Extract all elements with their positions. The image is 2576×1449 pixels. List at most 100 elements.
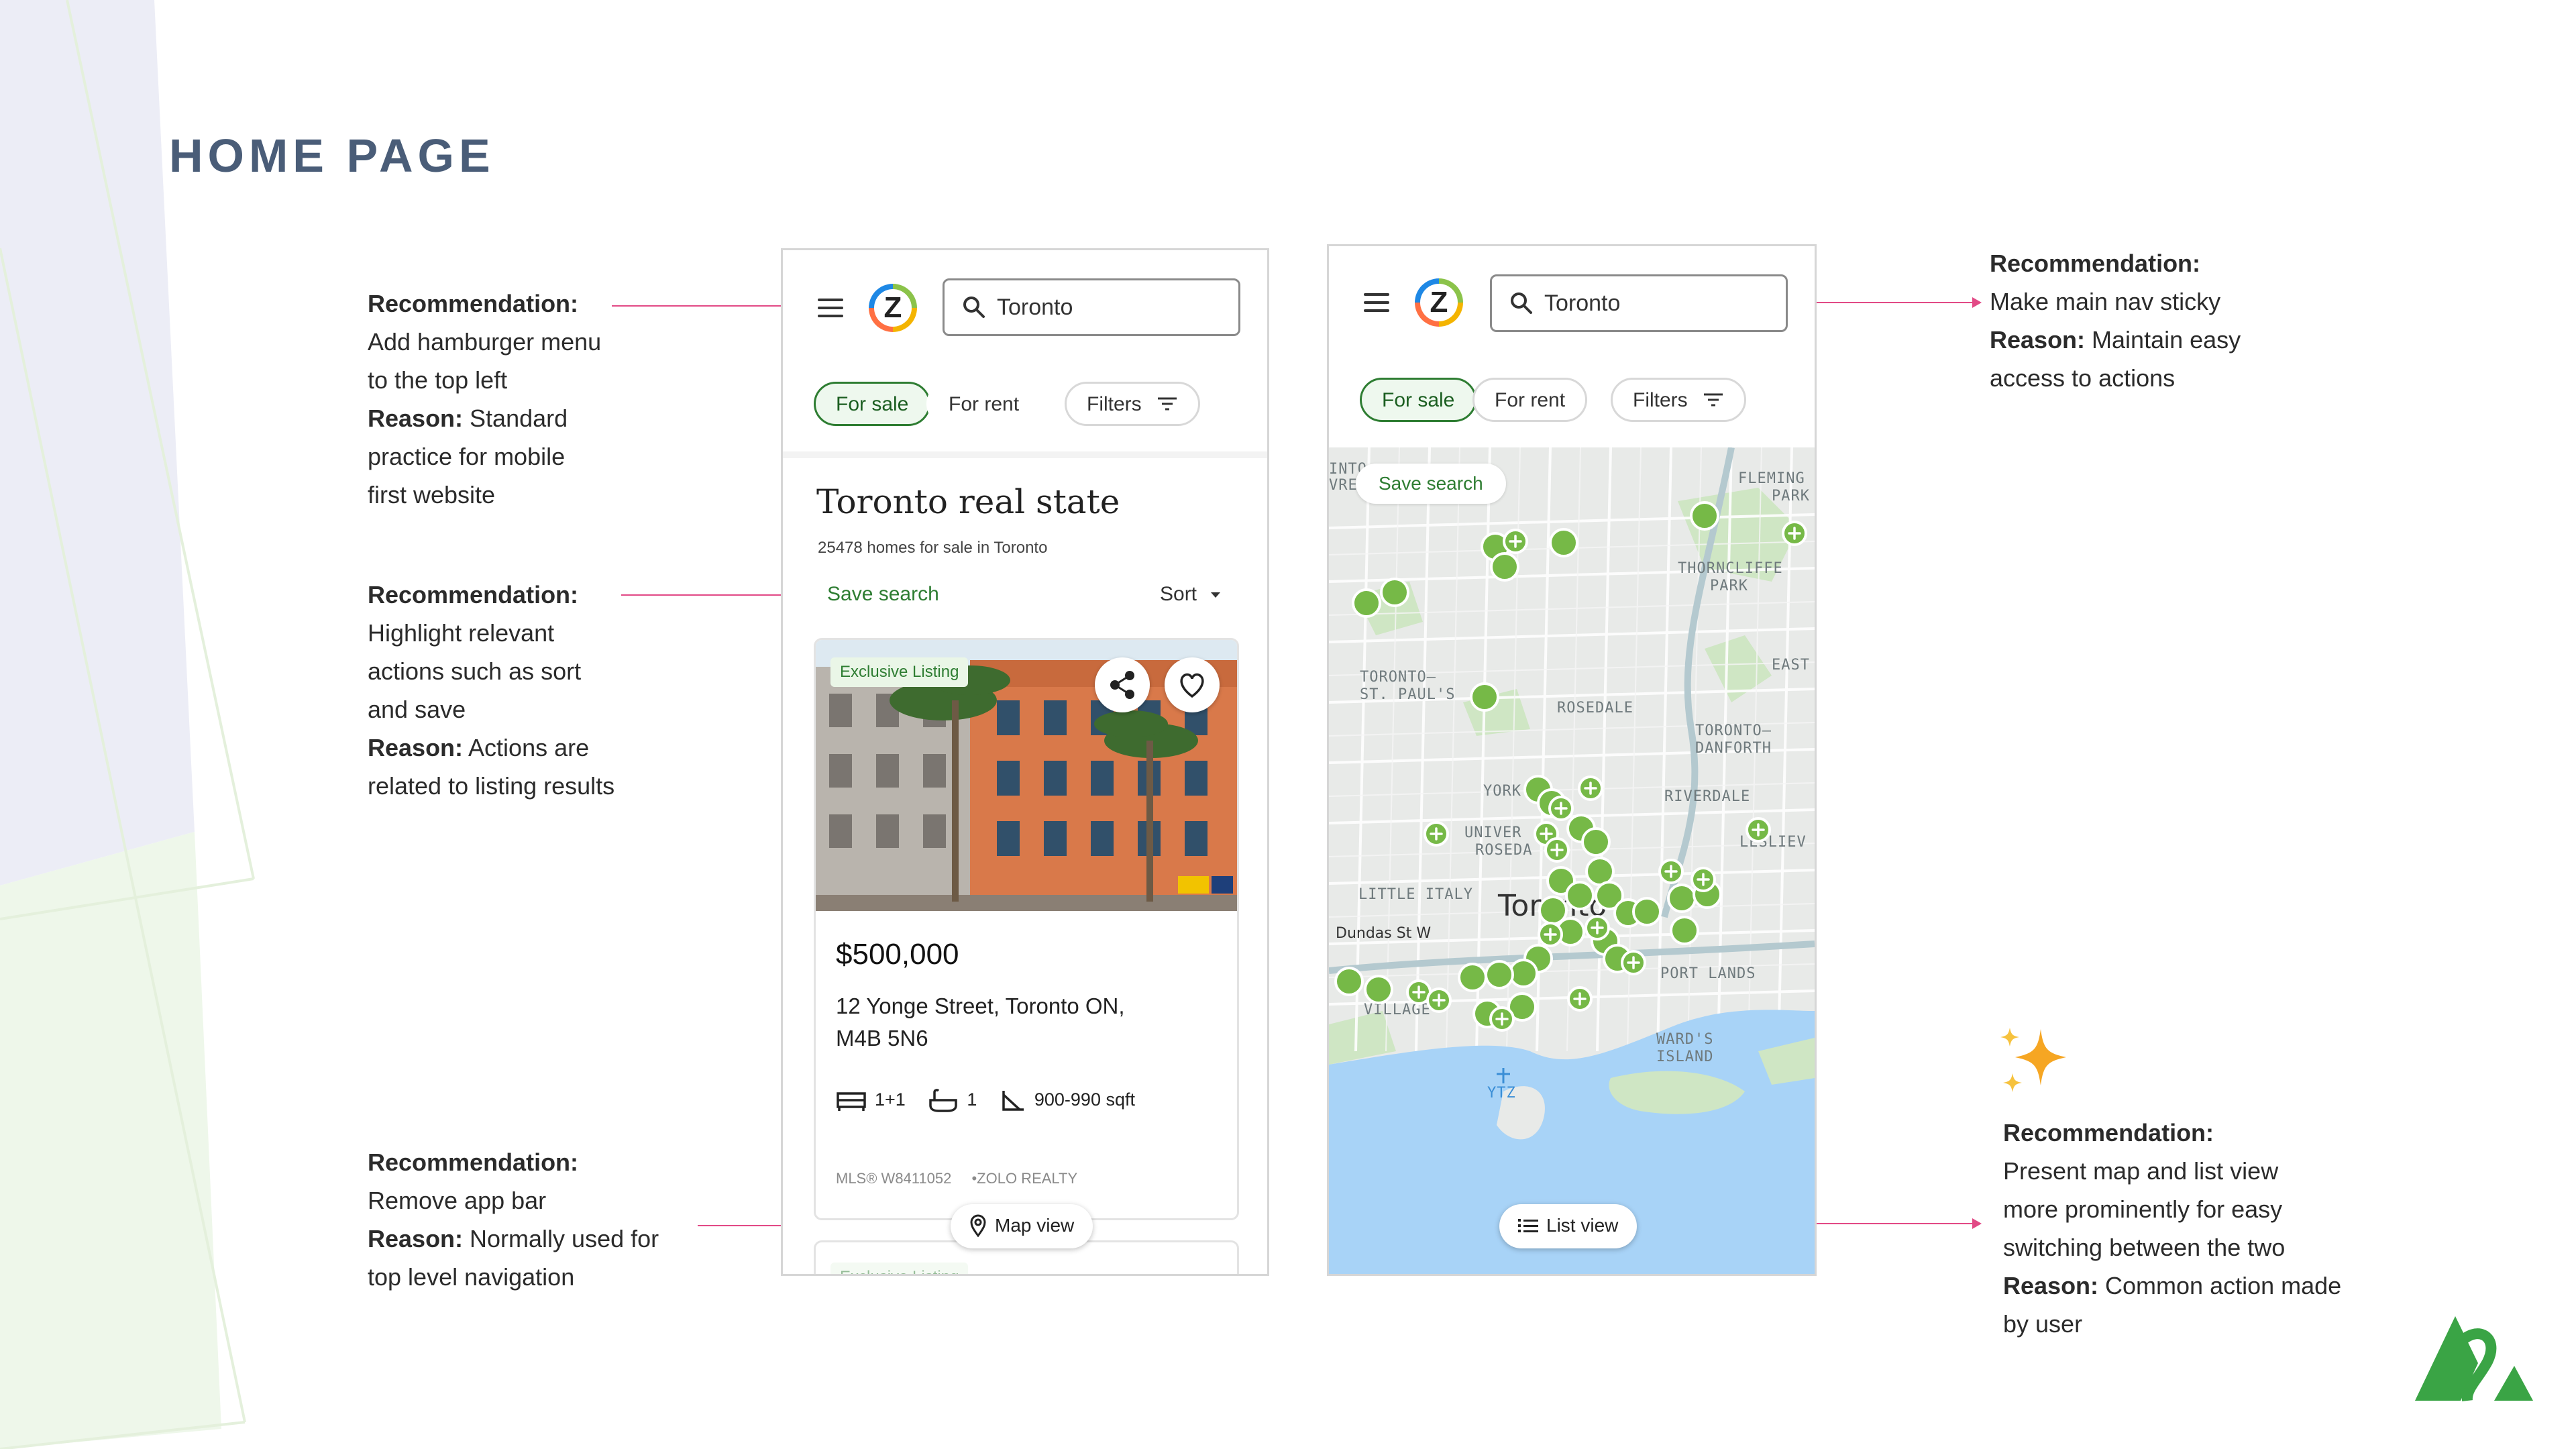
zolo-logo[interactable]: Z: [1415, 278, 1463, 327]
annotation-line: Remove app bar: [368, 1187, 547, 1214]
filters-label: Filters: [1087, 393, 1142, 415]
annotation-line: Present map and list view: [2003, 1157, 2279, 1185]
listing-address: 12 Yonge Street, Toronto ON, M4B 5N6: [836, 990, 1125, 1055]
annotation-line: switching between the two: [2003, 1234, 2286, 1261]
search-icon: [1511, 292, 1532, 314]
for-sale-chip[interactable]: For sale: [1360, 378, 1477, 422]
favorite-button[interactable]: [1165, 657, 1220, 712]
mls-id: MLS® W8411052: [836, 1170, 952, 1187]
search-value: Toronto: [997, 294, 1073, 320]
annotation-line: more prominently for easy: [2003, 1195, 2283, 1223]
for-rent-chip[interactable]: For rent: [1472, 378, 1588, 422]
list-view-label: List view: [1546, 1215, 1619, 1236]
listing-card[interactable]: Exclusive Listing $500,000 12 Yonge Stre…: [814, 638, 1239, 1220]
annotation-line: and save: [368, 696, 466, 723]
annotation-line: Common action made: [2098, 1272, 2342, 1299]
filter-icon: [1158, 397, 1177, 411]
brand-logo: [2415, 1316, 2533, 1401]
map-view-button[interactable]: Map view: [951, 1204, 1093, 1248]
sqft: 900-990 sqft: [1034, 1089, 1135, 1110]
location-pin-icon: [970, 1214, 986, 1237]
annotation-line: practice for mobile: [368, 443, 566, 470]
phone-map-view: Z Toronto For sale For rent Filters INTO…: [1327, 244, 1817, 1276]
sparkle-icon: [2000, 1028, 2066, 1092]
annotation-line: Normally used for: [463, 1225, 659, 1252]
heart-icon: [1180, 673, 1204, 698]
annotation-line: Standard: [463, 405, 568, 432]
map-view-label: Map view: [995, 1215, 1075, 1236]
list-icon: [1518, 1218, 1538, 1232]
annotation-app-bar: Recommendation: Remove app bar Reason: N…: [368, 1143, 659, 1296]
sort-dropdown[interactable]: Sort: [1160, 583, 1222, 606]
annotation-line: to the top left: [368, 366, 508, 394]
chevron-down-icon: [1211, 592, 1221, 598]
filter-icon: [1704, 393, 1723, 407]
annotation-line: Make main nav sticky: [1990, 288, 2221, 315]
annotation-map-list-toggle: Recommendation: Present map and list vie…: [2003, 1114, 2341, 1343]
arrow-sort-save: [621, 590, 805, 600]
zolo-logo[interactable]: Z: [869, 284, 917, 332]
area-icon: [1002, 1091, 1024, 1111]
annotation-line: by user: [2003, 1310, 2083, 1338]
results-heading: Toronto real state: [816, 482, 1120, 521]
exclusive-listing-badge: Exclusive Listing: [830, 1263, 969, 1274]
save-search-link[interactable]: Save search: [827, 583, 939, 606]
recommendation-label: Recommendation:: [368, 290, 579, 317]
map[interactable]: INTO VRE FLEMING PARK THORNCLIFFE PARK E…: [1329, 447, 1815, 1274]
bed-icon: [837, 1092, 866, 1111]
page-title: HOME PAGE: [169, 129, 495, 182]
search-icon: [963, 297, 985, 318]
exclusive-listing-badge: Exclusive Listing: [830, 657, 969, 687]
list-view-button[interactable]: List view: [1499, 1204, 1638, 1248]
logo-letter: Z: [1430, 286, 1448, 319]
annotation-line: Add hamburger menu: [368, 328, 602, 356]
reason-label: Reason:: [368, 405, 464, 432]
address-line: M4B 5N6: [836, 1026, 928, 1051]
listing-specs: 1+1 1 900-990 sqft: [836, 1088, 1135, 1114]
annotation-sticky-nav: Recommendation: Make main nav sticky Rea…: [1990, 244, 2241, 397]
results-count: 25478 homes for sale in Toronto: [818, 539, 1048, 557]
search-input[interactable]: Toronto: [943, 278, 1240, 336]
filters-label: Filters: [1633, 389, 1688, 411]
address-line: 12 Yonge Street, Toronto ON,: [836, 994, 1125, 1018]
annotation-line: Actions are: [463, 734, 590, 761]
recommendation-label: Recommendation:: [2003, 1119, 2214, 1146]
recommendation-label: Recommendation:: [1990, 250, 2201, 277]
baths-count: 1: [967, 1089, 977, 1110]
share-icon: [1110, 671, 1134, 699]
beds-count: 1+1: [875, 1089, 906, 1110]
filters-chip[interactable]: Filters: [1611, 378, 1747, 422]
reason-label: Reason:: [1990, 326, 2086, 354]
mls-number: MLS® W8411052 •ZOLO REALTY: [836, 1170, 1077, 1187]
filters-chip[interactable]: Filters: [1065, 382, 1201, 426]
search-input[interactable]: Toronto: [1490, 274, 1788, 332]
annotation-line: Highlight relevant: [368, 619, 555, 647]
annotation-line: access to actions: [1990, 364, 2176, 392]
bath-icon: [929, 1089, 958, 1112]
annotation-line: Maintain easy: [2085, 326, 2241, 354]
annotation-line: first website: [368, 481, 496, 508]
hamburger-menu-icon[interactable]: [818, 299, 843, 317]
sort-label: Sort: [1160, 583, 1197, 605]
airport-icon: [1497, 1068, 1510, 1083]
annotation-line: top level navigation: [368, 1263, 575, 1291]
logo-letter: Z: [883, 291, 902, 324]
share-button[interactable]: [1095, 657, 1150, 712]
phone-list-view: Z Toronto For sale For rent Filters Toro…: [781, 248, 1269, 1276]
reason-label: Reason:: [368, 734, 464, 761]
search-value: Toronto: [1544, 290, 1621, 316]
header-divider: [783, 451, 1267, 458]
recommendation-label: Recommendation:: [368, 1148, 579, 1176]
listing-price: $500,000: [836, 938, 959, 971]
listing-markers: [1334, 501, 1807, 1083]
save-search-button[interactable]: Save search: [1356, 464, 1506, 504]
for-sale-chip[interactable]: For sale: [814, 382, 931, 426]
recommendation-label: Recommendation:: [368, 581, 579, 608]
reason-label: Reason:: [368, 1225, 464, 1252]
hamburger-menu-icon[interactable]: [1364, 293, 1389, 312]
for-rent-chip[interactable]: For rent: [926, 382, 1042, 426]
arrow-hamburger: [612, 301, 794, 311]
annotation-hamburger: Recommendation: Add hamburger menu to th…: [368, 284, 601, 514]
annotation-line: related to listing results: [368, 772, 615, 800]
annotation-sort-save: Recommendation: Highlight relevant actio…: [368, 576, 614, 805]
